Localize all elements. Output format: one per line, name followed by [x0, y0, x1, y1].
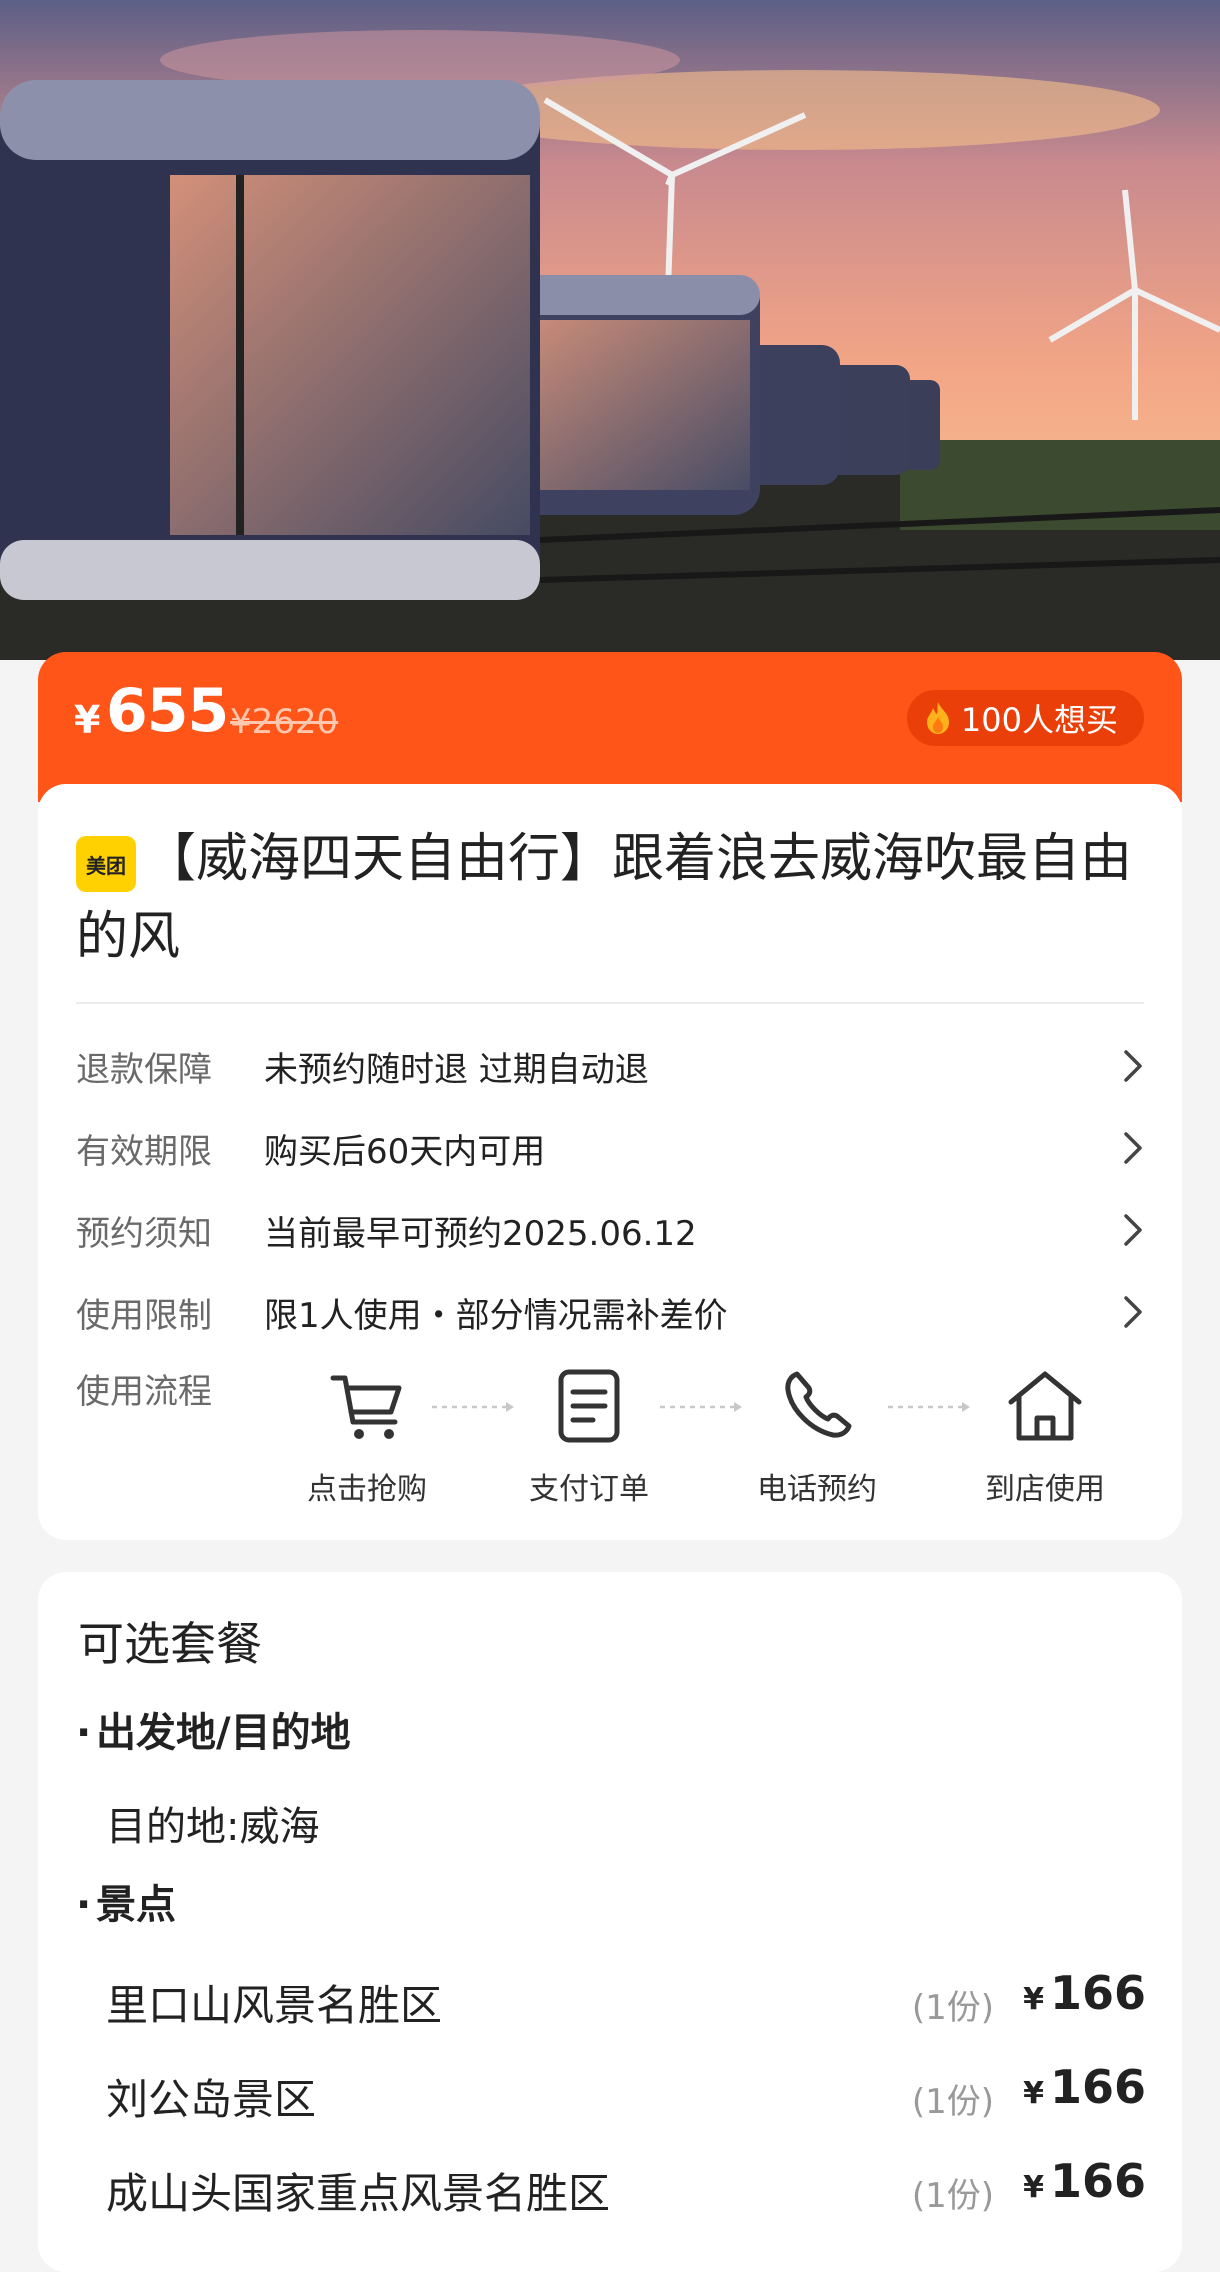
bullet: · [76, 1882, 92, 1928]
info-value: 限1人使用・部分情况需补差价 [264, 1295, 728, 1336]
package-price: ¥166 [1023, 1966, 1146, 2020]
info-value: 当前最早可预约2025.06.12 [264, 1213, 697, 1254]
section-origin-destination: · 出发地/目的地 [76, 1700, 351, 1758]
flame-icon [926, 702, 949, 734]
package-item[interactable]: 成山头国家重点风景名胜区 (1份) ¥166 [106, 2154, 1146, 2220]
info-label: 退款保障 [76, 1049, 212, 1090]
chevron-right-icon [1124, 1214, 1142, 1246]
package-qty: (1份) [911, 2176, 994, 2216]
package-name: 刘公岛景区 [106, 2075, 317, 2124]
package-name: 里口山风景名胜区 [106, 1981, 443, 2030]
bullet: · [76, 1710, 92, 1756]
home-icon [1008, 1371, 1082, 1441]
price-currency: ¥ [1023, 1982, 1044, 2017]
want-count-label: 100人想买 [960, 701, 1118, 739]
info-value: 未预约随时退 过期自动退 [264, 1049, 649, 1090]
package-item[interactable]: 里口山风景名胜区 (1份) ¥166 [106, 1966, 1146, 2032]
usage-flow-label: 使用流程 [76, 1372, 212, 1412]
hero-image [0, 0, 1220, 660]
section-attractions: · 景点 [76, 1872, 176, 1930]
info-row-booking[interactable]: 预约须知 当前最早可预约2025.06.12 [76, 1200, 1144, 1260]
info-row-usage-limit[interactable]: 使用限制 限1人使用・部分情况需补差价 [76, 1282, 1144, 1342]
want-count-badge: 100人想买 [906, 690, 1144, 746]
price-value: 166 [1049, 2060, 1146, 2114]
package-qty: (1份) [911, 1988, 994, 2028]
package-price: ¥166 [1023, 2060, 1146, 2114]
flow-step-purchase: 点击抢购 [282, 1364, 452, 1508]
cart-icon [330, 1375, 402, 1439]
chevron-right-icon [1124, 1296, 1142, 1328]
package-name: 成山头国家重点风景名胜区 [106, 2169, 611, 2218]
package-price: ¥166 [1023, 2154, 1146, 2208]
destination-text: 目的地:威海 [106, 1804, 320, 1850]
price-value: 166 [1049, 2154, 1146, 2208]
flow-step-call: 电话预约 [732, 1364, 902, 1508]
price-banner: ¥ 655 ¥2620 100人想买 [38, 652, 1182, 802]
info-value: 购买后60天内可用 [264, 1131, 546, 1172]
info-row-validity[interactable]: 有效期限 购买后60天内可用 [76, 1118, 1144, 1178]
flow-step-visit: 到店使用 [960, 1364, 1130, 1508]
current-price: 655 [106, 676, 229, 746]
deal-info-card: 美团 【威海四天自由行】跟着浪去威海吹最自由的风 退款保障 未预约随时退 过期自… [38, 784, 1182, 1540]
section-heading: 景点 [96, 1882, 176, 1928]
chevron-right-icon [1124, 1132, 1142, 1164]
section-heading: 出发地/目的地 [96, 1710, 351, 1756]
chevron-right-icon [1124, 1050, 1142, 1082]
info-label: 预约须知 [76, 1213, 212, 1254]
price-currency: ¥ [1023, 2076, 1044, 2111]
flow-step-text: 电话预约 [757, 1472, 877, 1507]
price-currency: ¥ [74, 698, 101, 742]
packages-card: 可选套餐 · 出发地/目的地 目的地:威海 · 景点 里口山风景名胜区 (1份) ¥… [38, 1572, 1182, 2272]
info-label: 使用限制 [76, 1295, 212, 1336]
package-item[interactable]: 刘公岛景区 (1份) ¥166 [106, 2060, 1146, 2126]
price-currency: ¥ [1023, 2170, 1044, 2205]
flow-step-text: 支付订单 [529, 1472, 649, 1507]
info-label: 有效期限 [76, 1131, 212, 1172]
phone-icon [785, 1371, 852, 1438]
deal-title: 【威海四天自由行】跟着浪去威海吹最自由的风 [76, 829, 1133, 967]
divider [76, 1002, 1144, 1004]
document-icon [558, 1369, 620, 1443]
flow-step-pay: 支付订单 [504, 1364, 674, 1508]
flow-step-text: 到店使用 [985, 1472, 1105, 1507]
packages-title: 可选套餐 [78, 1617, 262, 1671]
original-price: ¥2620 [230, 702, 339, 742]
price-value: 166 [1049, 1966, 1146, 2020]
info-row-refund[interactable]: 退款保障 未预约随时退 过期自动退 [76, 1036, 1144, 1096]
flow-step-text: 点击抢购 [307, 1472, 427, 1507]
package-qty: (1份) [911, 2082, 994, 2122]
